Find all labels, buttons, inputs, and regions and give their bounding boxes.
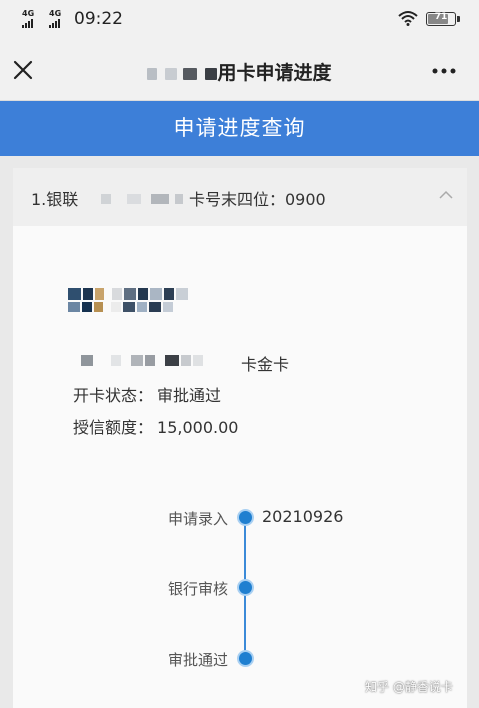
timeline-step-date: 20210926 xyxy=(262,507,344,526)
timeline-step-label: 申请录入 xyxy=(167,510,228,528)
signal-icon xyxy=(22,19,33,28)
blurred-name xyxy=(68,288,188,300)
signal-icon xyxy=(49,19,60,28)
card-status-label: 开卡状态： xyxy=(73,386,154,405)
battery-icon: 71 xyxy=(426,12,456,26)
more-icon[interactable] xyxy=(426,62,462,80)
wifi-icon xyxy=(398,11,418,26)
credit-limit-value: 15,000.00 xyxy=(157,418,239,437)
card-status-value: 审批通过 xyxy=(157,386,222,405)
query-banner: 申请进度查询 xyxy=(0,101,479,156)
credit-limit-row: 授信额度： 15,000.00 xyxy=(73,414,238,438)
nav-bar: 用卡申请进度 xyxy=(0,40,479,101)
page-title: 用卡申请进度 xyxy=(0,58,479,85)
timeline-dot xyxy=(237,650,254,667)
blurred-text xyxy=(205,67,218,80)
blurred-product-name xyxy=(81,355,203,366)
timeline-step-label: 银行审核 xyxy=(167,580,228,598)
card-product-suffix: 卡金卡 xyxy=(241,355,290,374)
blurred-text xyxy=(101,194,183,204)
card-index-label: 1.银联 xyxy=(31,190,79,209)
sim1-network-label: 4G xyxy=(22,9,35,18)
battery-cap xyxy=(457,16,460,22)
card-tail-digits: 卡号末四位：0900 xyxy=(189,190,326,209)
timeline-step-label: 审批通过 xyxy=(167,651,228,669)
watermark: 知乎 @静香说卡 xyxy=(365,680,453,694)
page-title-text: 用卡申请进度 xyxy=(217,62,332,84)
timeline-dot xyxy=(237,509,254,526)
blurred-name xyxy=(68,302,173,312)
blurred-text xyxy=(147,67,158,80)
card-status-row: 开卡状态： 审批通过 xyxy=(73,382,221,406)
status-bar: 4G 4G 09:22 71 xyxy=(0,0,479,40)
timeline-dot xyxy=(237,579,254,596)
blurred-text xyxy=(165,67,178,80)
credit-limit-label: 授信额度： xyxy=(73,418,154,437)
sim2-network-label: 4G xyxy=(49,9,62,18)
card-header[interactable]: 1.银联 卡号末四位：0900 xyxy=(13,168,467,226)
chevron-up-icon[interactable] xyxy=(439,190,453,200)
battery-percent: 71 xyxy=(434,12,448,22)
blurred-text xyxy=(183,67,198,80)
clock: 09:22 xyxy=(74,9,123,29)
